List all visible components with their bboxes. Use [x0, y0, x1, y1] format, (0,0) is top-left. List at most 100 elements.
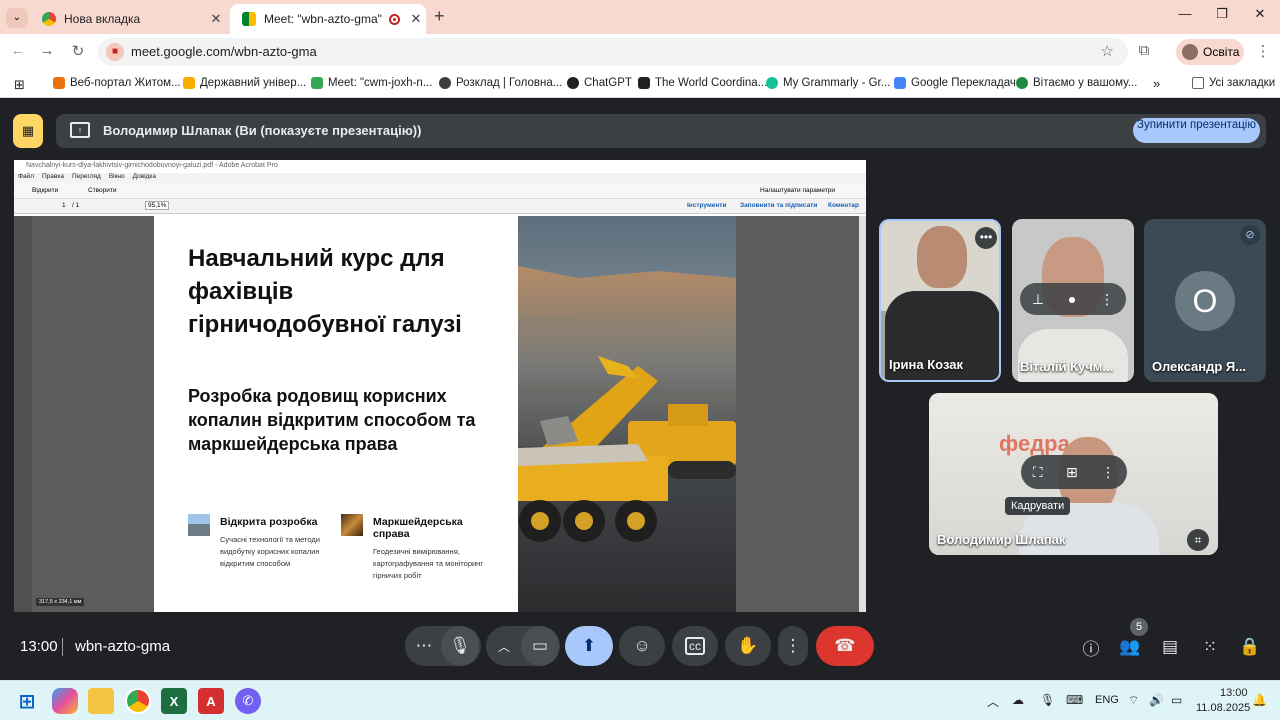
chat-icon[interactable]: ▤ — [1157, 634, 1183, 660]
present-icon: ⬆ — [581, 636, 597, 655]
tab-title: Нова вкладка — [64, 12, 141, 26]
camera-off-icon[interactable]: ▦ — [13, 114, 43, 148]
excel-icon[interactable]: X — [161, 688, 187, 714]
audio-options-icon[interactable]: ⋯ — [407, 636, 441, 656]
tray-overflow-icon[interactable]: ︿ — [987, 693, 999, 710]
site-camera-icon[interactable]: ■ — [106, 43, 124, 61]
crop-icon[interactable]: ⌗ — [1187, 529, 1209, 551]
acrobat-icon[interactable]: A — [198, 688, 224, 714]
people-icon[interactable]: 👥 — [1117, 634, 1143, 660]
bookmark-item[interactable]: Державний універ... — [183, 77, 306, 89]
tab-search-button[interactable]: ⌄ — [6, 8, 28, 28]
captions-button[interactable]: cc — [672, 626, 718, 666]
close-tab-icon[interactable]: ✕ — [406, 11, 426, 27]
bookmark-star-icon[interactable]: ☆ — [1101, 42, 1114, 60]
more-options-button[interactable]: ⋮ — [778, 626, 808, 666]
meeting-details-icon[interactable]: ⓘ — [1078, 634, 1104, 660]
page-size-label: 317,5 x 234,1 мм — [36, 598, 85, 606]
raise-hand-button[interactable]: ✋ — [725, 626, 771, 666]
all-bookmarks-label: Усі закладки — [1209, 77, 1276, 89]
more-menu-icon[interactable]: ⋮ — [1253, 42, 1273, 60]
windows-start-icon[interactable]: ⊞ — [14, 688, 40, 714]
apps-icon[interactable]: ⊞ — [14, 77, 25, 93]
camera-icon[interactable]: ▭ — [521, 626, 559, 666]
hand-icon: ✋ — [737, 636, 759, 655]
bookmark-item[interactable]: Google Перекладач — [894, 77, 1016, 89]
meeting-code: wbn-azto-gma — [75, 638, 171, 655]
add-effects-icon[interactable]: ⊞ — [1066, 464, 1078, 481]
participant-tile[interactable]: ⊥ ● ⋮ Віталій Кучм... — [1012, 219, 1134, 382]
close-window-icon[interactable]: ✕ — [1248, 6, 1272, 22]
pin-icon[interactable]: ⊥ — [1032, 291, 1044, 308]
menu-item[interactable]: Довідка — [133, 173, 156, 183]
mic-icon[interactable]: ● — [1068, 291, 1076, 307]
all-bookmarks[interactable]: Усі закладки — [1192, 77, 1275, 89]
host-controls-icon[interactable]: 🔒 — [1237, 634, 1263, 660]
activities-icon[interactable]: ⁙ — [1197, 634, 1223, 660]
bookmark-item[interactable]: My Grammarly - Gr... — [766, 77, 890, 89]
bookmark-item[interactable]: Розклад | Головна... — [439, 77, 562, 89]
close-tab-icon[interactable]: ✕ — [206, 11, 226, 27]
bookmark-item[interactable]: Meet: "cwm-joxh-n... — [311, 77, 432, 89]
extensions-icon[interactable]: ⧉ — [1134, 42, 1154, 59]
file-explorer-icon[interactable] — [88, 688, 114, 714]
menu-item[interactable]: Файл — [18, 173, 34, 183]
back-icon[interactable]: ← — [8, 42, 28, 59]
participant-tile[interactable]: О ⊘ Олександр Я... — [1144, 219, 1266, 382]
comment-link[interactable]: Коментар — [828, 202, 859, 209]
copilot-icon[interactable] — [52, 688, 78, 714]
more-options-icon[interactable]: ⋮ — [1100, 291, 1114, 308]
scrollbar[interactable] — [859, 216, 866, 612]
bookmark-item[interactable]: The World Coordina... — [638, 77, 767, 89]
stop-presenting-button[interactable]: Зупинити презентацію — [1133, 118, 1260, 143]
menu-item[interactable]: Вікно — [109, 173, 125, 183]
open-button[interactable]: Відкрити — [32, 187, 58, 194]
taskbar-date[interactable]: 11.08.2025 — [1196, 702, 1250, 714]
bookmark-item[interactable]: ChatGPT — [567, 77, 632, 89]
maximize-icon[interactable]: ❐ — [1210, 6, 1234, 22]
more-options-icon[interactable]: ⋮ — [1101, 464, 1115, 481]
mic-icon[interactable]: 🎙 — [441, 626, 479, 666]
tab-new-tab[interactable]: Нова вкладка ✕ — [30, 4, 226, 34]
address-bar[interactable]: ■ meet.google.com/wbn-azto-gma ☆ — [98, 38, 1128, 66]
mic-off-icon: ⊘ — [1240, 225, 1260, 245]
profile-chip[interactable]: Освіта — [1176, 39, 1244, 65]
presentation-text: Володимир Шлапак (Ви (показуєте презента… — [103, 123, 422, 138]
mic-tray-icon[interactable]: 🎙 — [1040, 693, 1055, 707]
more-bookmarks-icon[interactable]: » — [1153, 76, 1160, 91]
onedrive-icon[interactable]: ☁ — [1012, 693, 1024, 707]
forward-icon[interactable]: → — [37, 42, 57, 59]
wifi-icon[interactable]: ⌔ — [1128, 693, 1139, 708]
self-view-tile[interactable]: федра ⛶ ⊞ ⋮ Кадрувати ⌗ Володимир Шлапак — [929, 393, 1218, 555]
new-tab-button[interactable]: + — [434, 6, 445, 27]
battery-icon[interactable]: ▭ — [1171, 693, 1182, 707]
meeting-time: 13:00 — [20, 638, 58, 655]
present-button[interactable]: ⬆ — [565, 626, 613, 666]
keyboard-icon[interactable]: ⌨ — [1066, 693, 1083, 707]
language-indicator[interactable]: ENG — [1095, 694, 1119, 706]
taskbar-time[interactable]: 13:00 — [1220, 687, 1248, 699]
bookmark-item[interactable]: Веб-портал Житом... — [53, 77, 181, 89]
tools-link[interactable]: Інструменти — [687, 202, 726, 209]
fill-sign-link[interactable]: Заповнити та підписати — [740, 202, 817, 209]
leave-call-button[interactable]: ☎ — [816, 626, 874, 666]
page-number[interactable]: 1 — [62, 202, 66, 209]
minimize-icon[interactable]: — — [1173, 6, 1197, 21]
zoom-field[interactable]: 95,1% — [145, 201, 170, 210]
create-button[interactable]: Створити — [88, 187, 117, 194]
framing-icon[interactable]: ⛶ — [1033, 464, 1043, 481]
participant-tile[interactable]: ••• Ірина Козак — [879, 219, 1001, 382]
reactions-button[interactable]: ☺ — [619, 626, 665, 666]
chrome-taskbar-icon[interactable] — [125, 688, 151, 714]
reload-icon[interactable]: ↻ — [68, 42, 88, 60]
viber-icon[interactable]: ✆ — [235, 688, 261, 714]
menu-item[interactable]: Перегляд — [72, 173, 101, 183]
video-options-icon[interactable]: ︿ — [487, 638, 521, 655]
bookmark-item[interactable]: Вітаємо у вашому... — [1016, 77, 1137, 89]
notifications-icon[interactable]: 🔔 — [1252, 693, 1267, 707]
volume-icon[interactable]: 🔊 — [1149, 693, 1164, 707]
tab-meet[interactable]: Meet: "wbn-azto-gma" ✕ — [230, 4, 426, 34]
menu-item[interactable]: Правка — [42, 173, 64, 183]
more-options-icon[interactable]: ••• — [975, 227, 997, 249]
customize-dropdown[interactable]: Налаштувати параметри — [760, 187, 835, 194]
